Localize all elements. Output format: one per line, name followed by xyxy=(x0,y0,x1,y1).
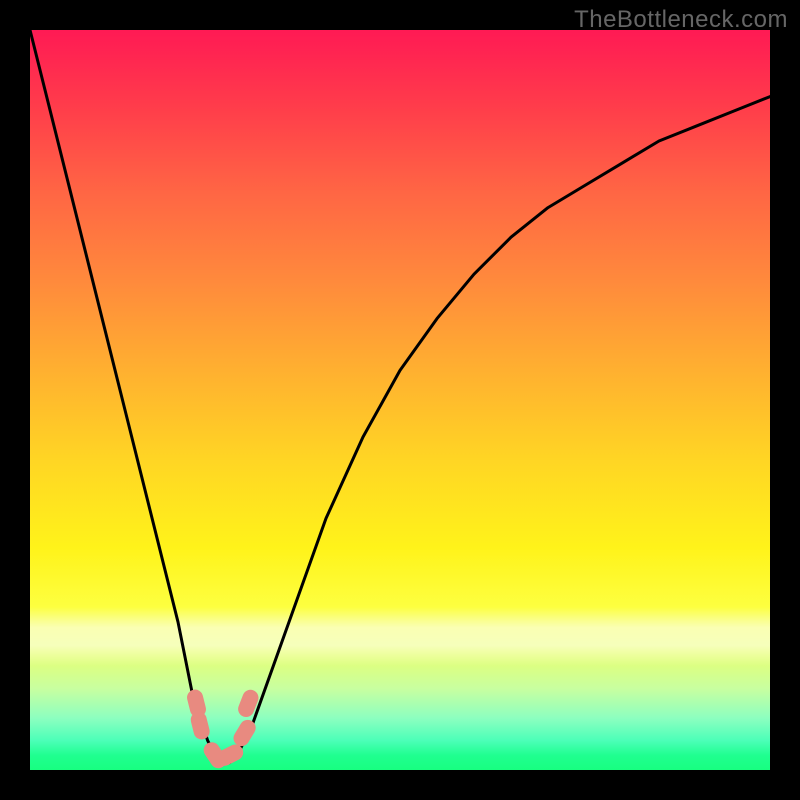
bottleneck-curve-path xyxy=(30,30,770,763)
plot-area xyxy=(30,30,770,770)
curve-layer xyxy=(30,30,770,770)
markers xyxy=(185,687,260,770)
chart-frame: TheBottleneck.com xyxy=(0,0,800,800)
bottleneck-curve xyxy=(30,30,770,763)
watermark-label: TheBottleneck.com xyxy=(574,6,788,34)
